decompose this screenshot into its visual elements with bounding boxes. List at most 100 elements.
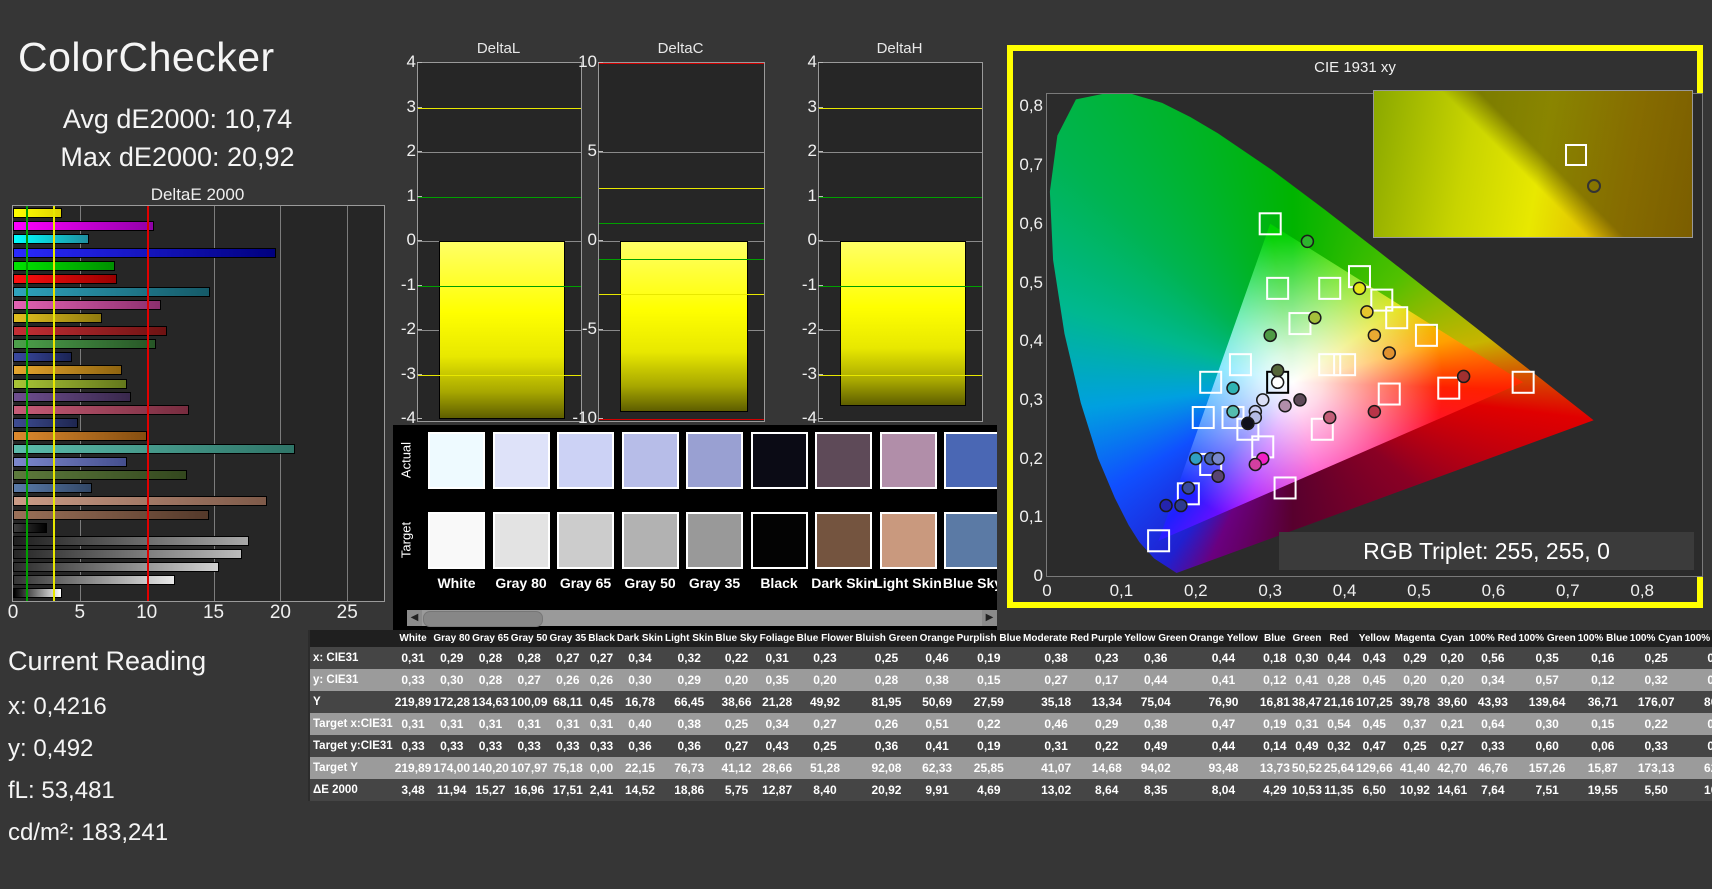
table-cell: 0,56 [1481, 651, 1505, 665]
table-cell: 27,59 [973, 695, 1004, 709]
y-tick-label: 0 [807, 230, 817, 249]
table-cell: 17,51 [552, 783, 583, 797]
table-cell: 0,19 [1707, 673, 1712, 687]
swatch-actual[interactable] [815, 432, 872, 489]
table-cell: 0,16 [1591, 651, 1615, 665]
swatch-actual[interactable] [944, 432, 997, 489]
table-cell: 0,22 [977, 717, 1001, 731]
table-cell: 50,52 [1291, 761, 1322, 775]
table-cell: 38,47 [1291, 695, 1322, 709]
table-cell: 0,33 [556, 739, 580, 753]
swatch-actual[interactable] [686, 432, 743, 489]
table-cell: 41,12 [721, 761, 752, 775]
tick-mark [818, 106, 823, 108]
table-cell: 0,35 [765, 673, 789, 687]
x-tick-label: 0 [7, 602, 19, 623]
current-reading-block: Current Reading x: 0,4216 y: 0,492 fL: 5… [8, 640, 206, 854]
row-label: Target Y [313, 762, 358, 774]
cie-diagram-panel[interactable]: CIE 1931 xy RGB Triplet: 255, 255, 0 0 0,… [1007, 45, 1703, 608]
table-cell: 0,49 [1295, 739, 1319, 753]
table-cell: 0,44 [1144, 673, 1168, 687]
swatch-target[interactable] [879, 512, 937, 569]
table-cell: 12,87 [762, 783, 793, 797]
swatch-actual[interactable] [750, 432, 808, 489]
swatch-actual[interactable] [621, 432, 679, 489]
swatch-actual[interactable] [557, 432, 614, 489]
swatch-target[interactable] [557, 512, 614, 569]
table-cell: 22,15 [624, 761, 655, 775]
y-tick-label: -5 [581, 319, 597, 338]
target-square-marker [1333, 353, 1357, 377]
table-cell: 0,18 [1263, 651, 1287, 665]
swatch-target[interactable] [492, 512, 550, 569]
deltae-bar [13, 299, 161, 310]
table-cell: 0,44 [1211, 739, 1236, 753]
table-cell: 0,60 [1535, 739, 1559, 753]
table-cell: 0,31 [401, 717, 425, 731]
table-cell: 129,66 [1355, 761, 1393, 775]
scroll-left-icon[interactable]: ◀ [407, 610, 422, 626]
column-header: Gray 80 [432, 630, 472, 647]
table-cell: 51,28 [809, 761, 840, 775]
deltae-bar [13, 417, 78, 428]
deltae-bar [13, 273, 118, 284]
measured-point-marker [1352, 281, 1367, 296]
row-label: Target x:CIE31 [313, 718, 393, 730]
table-cell: 0,33 [589, 739, 614, 753]
scrollbar-thumb[interactable] [423, 611, 543, 627]
target-square-marker [1199, 370, 1223, 394]
swatch-target[interactable] [750, 512, 808, 569]
cie-x-tick-label: 0,4 [1332, 581, 1357, 600]
swatch-actual[interactable] [492, 432, 550, 489]
table-cell: 0,41 [1295, 673, 1319, 687]
tick-mark [818, 373, 823, 375]
target-square-marker [1258, 212, 1282, 236]
swatch-actual[interactable] [879, 432, 937, 489]
target-square-marker [1288, 312, 1312, 336]
swatch-target[interactable] [815, 512, 872, 569]
swatch-target[interactable] [428, 512, 485, 569]
table-cell: 0,27 [1044, 673, 1068, 687]
table-cell: 0,33 [440, 739, 464, 753]
deltae-bar [13, 457, 128, 468]
cie-title: CIE 1931 xy [1314, 59, 1396, 76]
swatch-target[interactable] [686, 512, 743, 569]
table-cell: 16,96 [514, 783, 545, 797]
swatch-target[interactable] [621, 512, 679, 569]
table-cell: 0,28 [478, 651, 503, 665]
deltae-bar [13, 496, 268, 507]
cie-plot-area[interactable]: RGB Triplet: 255, 255, 0 0 0,1 0,2 0,3 0,4 0,… [1019, 90, 1703, 600]
avg-de2000-value: Avg dE2000: 10,74 [62, 104, 293, 134]
deltac-chart[interactable]: DeltaC 10 5 0 -5 -10 [571, 40, 791, 460]
row-label: y: CIE31 [313, 674, 359, 686]
gridline [418, 152, 581, 153]
row-label: ΔE 2000 [313, 784, 358, 796]
deltae-bar [13, 575, 175, 585]
row-label: Target y:CIE31 [313, 740, 393, 752]
scroll-right-icon[interactable]: ▶ [982, 610, 997, 626]
tick-mark [417, 373, 422, 375]
table-cell: 173,13 [1637, 761, 1675, 775]
swatch-scrollbar[interactable]: ◀ ▶ [407, 610, 997, 627]
swatch-actual[interactable] [428, 432, 485, 489]
measured-point-marker [1256, 393, 1270, 407]
measured-point-marker [1293, 393, 1307, 407]
deltae-bar [13, 378, 127, 389]
measured-point-marker [1360, 305, 1374, 319]
reading-cdm2: cd/m²: 183,241 [8, 819, 169, 846]
x-tick-label: 5 [74, 602, 86, 623]
yellow-reference-line [53, 206, 56, 601]
column-header: Moderate Red [1022, 630, 1091, 647]
deltae-bar-chart[interactable] [12, 205, 385, 602]
table-cell: 0,33 [478, 739, 503, 753]
deltae-bar [13, 430, 148, 441]
table-cell: 0,31 [517, 717, 541, 731]
deltae-bar [13, 535, 250, 546]
rgb-triplet-readout: RGB Triplet: 255, 255, 0 [1279, 532, 1694, 570]
swatch-target[interactable] [944, 512, 997, 569]
table-cell: 172,28 [433, 695, 471, 709]
deltah-chart[interactable]: DeltaH 4 3 2 1 0 -1 -2 -3 -4 [791, 40, 1011, 460]
table-cell: 25,85 [973, 761, 1004, 775]
table-cell: 0,06 [1591, 739, 1615, 753]
x-tick-label: 15 [202, 602, 225, 623]
